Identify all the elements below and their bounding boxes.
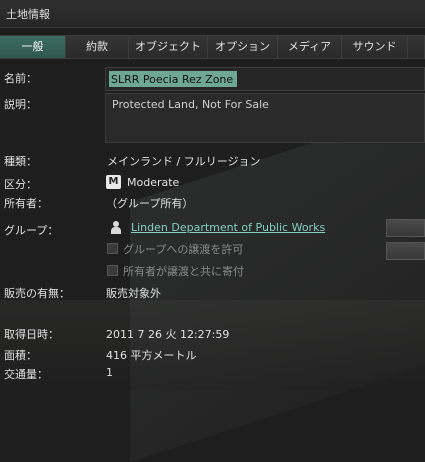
- name-label: 名前：: [4, 72, 37, 85]
- owner-label: 所有者：: [4, 197, 48, 210]
- tab-bar: 一般 約款 オブジェクト オプション メディア サウンド: [0, 35, 425, 59]
- type-value: メインランド / フルリージョン: [107, 155, 261, 168]
- deed-to-group-checkbox[interactable]: [107, 243, 118, 254]
- for-sale-label: 販売の有無：: [4, 287, 70, 300]
- group-set-button[interactable]: [386, 219, 425, 237]
- traffic-label: 交通量：: [4, 368, 48, 381]
- tab-general[interactable]: 一般: [0, 36, 66, 58]
- tab-overflow[interactable]: [408, 36, 425, 58]
- tab-covenant[interactable]: 約款: [66, 36, 129, 58]
- rating-value: Moderate: [127, 176, 180, 189]
- deed-button[interactable]: [386, 242, 425, 260]
- rating-label: 区分：: [4, 178, 37, 191]
- owner-value: （グループ所有）: [106, 197, 194, 210]
- acquired-label: 取得日時：: [4, 328, 59, 341]
- group-link[interactable]: Linden Department of Public Works: [131, 221, 325, 234]
- type-label: 種類：: [4, 155, 37, 168]
- tab-options[interactable]: オプション: [208, 36, 278, 58]
- background-shape-lower: [0, 300, 425, 390]
- group-icon: [110, 221, 122, 235]
- title-bar[interactable]: 土地情報: [0, 0, 425, 28]
- name-value: SLRR Poecia Rez Zone: [111, 73, 234, 86]
- group-label: グループ：: [4, 224, 59, 237]
- area-label: 面積：: [4, 349, 37, 362]
- area-value: 416 平方メートル: [106, 349, 197, 362]
- description-field[interactable]: Protected Land, Not For Sale: [105, 93, 425, 143]
- name-field[interactable]: SLRR Poecia Rez Zone: [105, 67, 425, 91]
- moderate-rating-icon: M: [106, 175, 121, 189]
- tab-objects[interactable]: オブジェクト: [129, 36, 208, 58]
- window-title: 土地情報: [6, 8, 50, 21]
- deed-to-group-label: グループへの譲渡を許可: [123, 243, 244, 256]
- description-value: Protected Land, Not For Sale: [112, 98, 269, 111]
- acquired-value: 2011 7 26 火 12:27:59: [106, 328, 230, 341]
- description-label: 説明：: [4, 98, 37, 111]
- tab-sound[interactable]: サウンド: [342, 36, 408, 58]
- for-sale-value: 販売対象外: [106, 287, 161, 300]
- owner-contrib-label: 所有者が譲渡と共に寄付: [123, 265, 244, 278]
- tab-media[interactable]: メディア: [278, 36, 342, 58]
- traffic-value: 1: [106, 366, 113, 379]
- owner-contrib-checkbox[interactable]: [107, 265, 118, 276]
